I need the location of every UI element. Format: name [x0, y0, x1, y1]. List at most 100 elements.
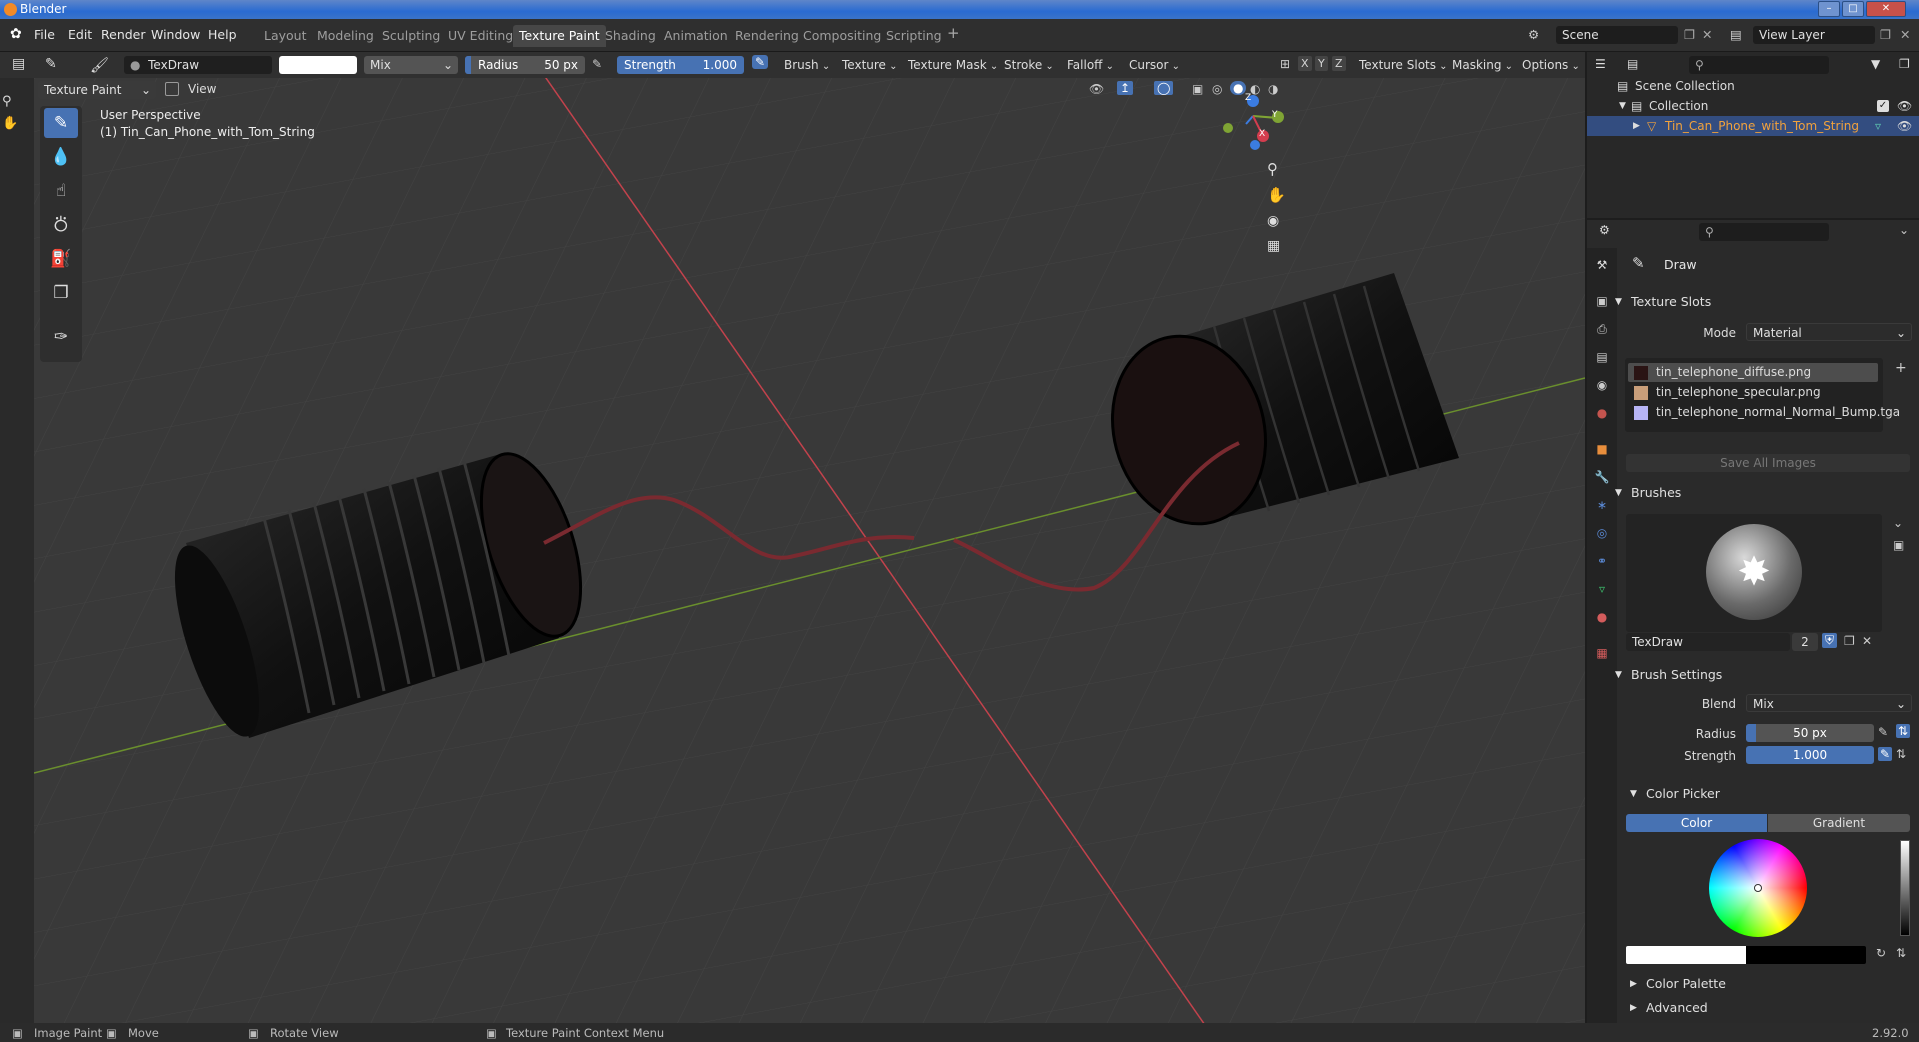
texture-slots-menu[interactable]: Texture Slots — [1355, 56, 1452, 74]
hand-view-icon[interactable]: ✋ — [2, 116, 18, 131]
constraints-tab-icon[interactable]: ⚭ — [1593, 552, 1611, 570]
brush-menu[interactable]: Brush — [780, 56, 834, 74]
brush-image-icon[interactable]: ▣ — [1893, 538, 1904, 552]
color-wheel-cursor[interactable] — [1754, 884, 1762, 892]
zoom-icon[interactable]: ⚲ — [1267, 160, 1278, 178]
mode-icon[interactable]: ✎ — [45, 56, 57, 72]
outliner-row-object[interactable]: ▶ ▽ Tin_Can_Phone_with_Tom_String ▿ 👁 — [1587, 116, 1919, 136]
shading-solid-icon[interactable]: ● — [1230, 81, 1247, 95]
options-menu[interactable]: Options — [1518, 56, 1584, 74]
color-palette-subpanel-header[interactable]: ▶ Color Palette — [1630, 973, 1726, 995]
advanced-subpanel-header[interactable]: ▶ Advanced — [1630, 997, 1708, 1019]
cursor-menu[interactable]: Cursor — [1125, 56, 1184, 74]
brush-users-count[interactable]: 2 — [1792, 633, 1818, 651]
properties-search-input[interactable]: ⚲ — [1699, 223, 1829, 241]
new-scene-icon[interactable]: ❐ — [1684, 27, 1695, 42]
tool-smear[interactable]: ☝ — [44, 176, 78, 206]
tab-layout[interactable]: Layout — [258, 25, 313, 47]
outliner-search-input[interactable]: ⚲ — [1689, 56, 1829, 74]
scene-name-field[interactable]: Scene — [1556, 26, 1678, 44]
radius-unit-icon[interactable]: ⇅ — [1896, 724, 1911, 738]
brush-color-swatch[interactable] — [279, 56, 357, 74]
brush-dropdown-icon[interactable]: ⌄ — [1893, 516, 1903, 530]
brush-radius-slider[interactable]: 50 px — [1746, 724, 1874, 742]
xray-toggle-icon[interactable]: ▣ — [1192, 82, 1203, 96]
slot-mode-dropdown[interactable]: Material ⌄ — [1746, 323, 1912, 341]
brush-strength-slider[interactable]: 1.000 — [1746, 746, 1874, 764]
gizmo-toggle-icon[interactable]: ↥ — [1117, 81, 1134, 95]
view-menu[interactable]: View — [188, 82, 216, 96]
mirror-x-toggle[interactable]: X — [1298, 56, 1312, 71]
brush-blend-dropdown[interactable]: Mix ⌄ — [1746, 694, 1912, 712]
tool-soften[interactable]: 💧 — [44, 142, 78, 172]
mode-dropdown[interactable]: Texture Paint ⌄ — [38, 81, 156, 99]
texture-slot-item[interactable]: tin_telephone_specular.png — [1628, 383, 1878, 402]
paint-mask-toggle[interactable] — [165, 82, 179, 96]
radius-pressure-icon[interactable]: ✎ — [1878, 725, 1888, 739]
view-layer-tab-icon[interactable]: ▤ — [1593, 348, 1611, 366]
delete-view-layer-icon[interactable]: ✕ — [1900, 27, 1910, 42]
add-workspace-icon[interactable]: + — [947, 24, 960, 42]
shading-rendered-icon[interactable]: ◑ — [1268, 82, 1278, 96]
visibility-eye-icon[interactable]: 👁 — [1897, 96, 1912, 116]
masking-menu[interactable]: Masking — [1448, 56, 1517, 74]
mirror-z-toggle[interactable]: Z — [1332, 56, 1346, 71]
tab-uv-editing[interactable]: UV Editing — [442, 25, 519, 47]
shading-material-icon[interactable]: ◐ — [1250, 82, 1260, 96]
tab-sculpting[interactable]: Sculpting — [376, 25, 446, 47]
brush-datablock-name[interactable]: TexDraw — [1626, 633, 1790, 651]
close-button[interactable]: ✕ — [1866, 1, 1906, 17]
color-swatch-bar[interactable] — [1626, 946, 1866, 964]
visibility-eye-icon[interactable]: 👁 — [1089, 82, 1104, 96]
properties-editor-icon[interactable]: ⚙ — [1599, 223, 1610, 237]
view-layer-field[interactable]: View Layer — [1753, 26, 1875, 44]
tool-tab-icon[interactable]: ⚒ — [1593, 256, 1611, 274]
new-view-layer-icon[interactable]: ❐ — [1880, 27, 1891, 42]
filter-icon[interactable]: ▼ — [1871, 57, 1880, 71]
brush-preview-box[interactable]: ✸ — [1626, 514, 1882, 632]
tool-mask[interactable]: ❐ — [44, 278, 78, 308]
tool-fill[interactable]: ⛽ — [44, 244, 78, 274]
brush-icon[interactable]: 🖌 — [90, 56, 109, 74]
particles-tab-icon[interactable]: ∗ — [1593, 496, 1611, 514]
outliner-row-collection[interactable]: ▼ ▤ Collection ✓ 👁 — [1587, 96, 1919, 116]
shading-wireframe-icon[interactable]: ◎ — [1212, 82, 1222, 96]
color-unit-icon[interactable]: ⇅ — [1896, 946, 1906, 960]
tool-draw[interactable]: ✎ — [44, 108, 78, 138]
texture-menu[interactable]: Texture — [838, 56, 902, 74]
color-mode-tab[interactable]: Color — [1626, 814, 1767, 832]
data-tab-icon[interactable]: ▿ — [1593, 580, 1611, 598]
tool-annotate[interactable]: ✑ — [44, 322, 78, 352]
scene-selector-icon[interactable]: ⚙ — [1528, 27, 1539, 42]
tab-compositing[interactable]: Compositing — [797, 25, 887, 47]
strength-pressure-icon[interactable]: ✎ — [1878, 747, 1893, 761]
camera-view-icon[interactable]: ◉ — [1267, 213, 1279, 229]
maximize-button[interactable]: □ — [1842, 1, 1864, 17]
object-tab-icon[interactable]: ■ — [1593, 440, 1611, 458]
new-collection-icon[interactable]: ❐ — [1899, 57, 1910, 71]
stroke-menu[interactable]: Stroke — [1000, 56, 1058, 74]
scene-tab-icon[interactable]: ◉ — [1593, 376, 1611, 394]
brushes-panel-header[interactable]: ▼ Brushes — [1615, 482, 1681, 504]
strength-slider[interactable]: Strength 1.000 — [617, 56, 744, 74]
overlay-toggle-icon[interactable]: ◯ — [1154, 81, 1174, 95]
tab-rendering[interactable]: Rendering — [729, 25, 805, 47]
menu-file[interactable]: File — [34, 27, 55, 42]
value-slider[interactable] — [1900, 840, 1910, 936]
tab-texture-paint[interactable]: Texture Paint — [513, 25, 606, 47]
strength-unit-icon[interactable]: ⇅ — [1896, 747, 1906, 761]
display-mode-icon[interactable]: ▤ — [1627, 57, 1638, 71]
editor-type-icon[interactable]: ▤ — [12, 56, 25, 72]
color-picker-subpanel-header[interactable]: ▼ Color Picker — [1630, 783, 1720, 805]
visibility-eye-icon[interactable]: 👁 — [1897, 116, 1912, 136]
texture-slot-item[interactable]: tin_telephone_diffuse.png — [1628, 363, 1878, 382]
minimize-button[interactable]: – — [1818, 1, 1840, 17]
outliner-editor-icon[interactable]: ☰ — [1595, 57, 1606, 71]
view-layer-icon[interactable]: ▤ — [1730, 27, 1742, 42]
radius-pressure-icon[interactable]: ✎ — [592, 57, 602, 71]
duplicate-brush-icon[interactable]: ❐ — [1844, 634, 1855, 648]
texture-slot-item[interactable]: tin_telephone_normal_Normal_Bump.tga — [1628, 403, 1900, 422]
zoom-view-icon[interactable]: ⚲ — [2, 94, 12, 109]
falloff-menu[interactable]: Falloff — [1063, 56, 1118, 74]
menu-help[interactable]: Help — [208, 27, 237, 42]
